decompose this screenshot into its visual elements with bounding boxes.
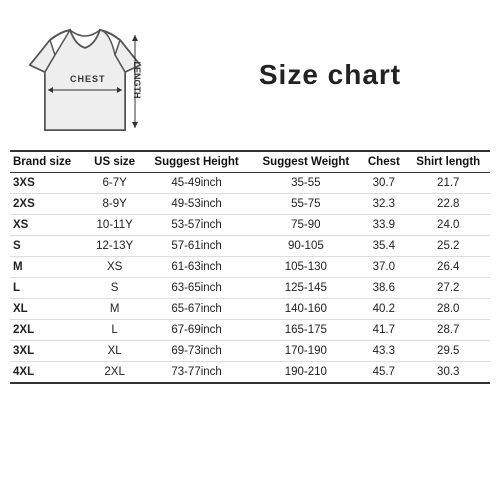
table-cell: M bbox=[87, 299, 143, 320]
table-cell: 3XL bbox=[10, 341, 87, 362]
table-cell: S bbox=[87, 278, 143, 299]
table-cell: 2XL bbox=[87, 362, 143, 384]
table-cell: 28.0 bbox=[407, 299, 491, 320]
table-cell: 49-53inch bbox=[143, 194, 251, 215]
table-cell: 125-145 bbox=[251, 278, 362, 299]
table-cell: 69-73inch bbox=[143, 341, 251, 362]
table-cell: 27.2 bbox=[407, 278, 491, 299]
table-row: S12-13Y57-61inch90-10535.425.2 bbox=[10, 236, 490, 257]
table-cell: 63-65inch bbox=[143, 278, 251, 299]
table-cell: XS bbox=[87, 257, 143, 278]
table-cell: 26.4 bbox=[407, 257, 491, 278]
table-cell: 165-175 bbox=[251, 320, 362, 341]
table-cell: 45-49inch bbox=[143, 173, 251, 194]
table-cell: 22.8 bbox=[407, 194, 491, 215]
size-chart-table: Brand size US size Suggest Height Sugges… bbox=[10, 150, 490, 384]
svg-text:LENGTH: LENGTH bbox=[132, 62, 142, 99]
table-cell: 90-105 bbox=[251, 236, 362, 257]
table-cell: 61-63inch bbox=[143, 257, 251, 278]
table-cell: 43.3 bbox=[361, 341, 406, 362]
page-title: Size chart bbox=[259, 59, 401, 91]
table-row: XS10-11Y53-57inch75-9033.924.0 bbox=[10, 215, 490, 236]
table-cell: 53-57inch bbox=[143, 215, 251, 236]
table-cell: XS bbox=[10, 215, 87, 236]
table-cell: 3XS bbox=[10, 173, 87, 194]
table-cell: S bbox=[10, 236, 87, 257]
table-row: 3XLXL69-73inch170-19043.329.5 bbox=[10, 341, 490, 362]
top-section: CHEST LENGTH Size chart bbox=[10, 10, 490, 140]
table-cell: 30.3 bbox=[407, 362, 491, 384]
table-cell: 35-55 bbox=[251, 173, 362, 194]
table-row: MXS61-63inch105-13037.026.4 bbox=[10, 257, 490, 278]
col-chest: Chest bbox=[361, 151, 406, 173]
table-cell: 24.0 bbox=[407, 215, 491, 236]
table-cell: 55-75 bbox=[251, 194, 362, 215]
table-row: 3XS6-7Y45-49inch35-5530.721.7 bbox=[10, 173, 490, 194]
col-us-size: US size bbox=[87, 151, 143, 173]
table-cell: 28.7 bbox=[407, 320, 491, 341]
table-cell: 29.5 bbox=[407, 341, 491, 362]
table-row: LS63-65inch125-14538.627.2 bbox=[10, 278, 490, 299]
table-cell: M bbox=[10, 257, 87, 278]
table-cell: 30.7 bbox=[361, 173, 406, 194]
table-cell: 40.2 bbox=[361, 299, 406, 320]
table-cell: 2XS bbox=[10, 194, 87, 215]
table-cell: 140-160 bbox=[251, 299, 362, 320]
table-cell: L bbox=[10, 278, 87, 299]
table-cell: 38.6 bbox=[361, 278, 406, 299]
table-cell: 8-9Y bbox=[87, 194, 143, 215]
table-cell: 37.0 bbox=[361, 257, 406, 278]
table-cell: 45.7 bbox=[361, 362, 406, 384]
table-cell: 10-11Y bbox=[87, 215, 143, 236]
table-cell: 32.3 bbox=[361, 194, 406, 215]
table-cell: 2XL bbox=[10, 320, 87, 341]
table-cell: 73-77inch bbox=[143, 362, 251, 384]
col-shirt-length: Shirt length bbox=[407, 151, 491, 173]
table-cell: 41.7 bbox=[361, 320, 406, 341]
table-row: 2XLL67-69inch165-17541.728.7 bbox=[10, 320, 490, 341]
col-brand-size: Brand size bbox=[10, 151, 87, 173]
svg-text:CHEST: CHEST bbox=[70, 74, 106, 84]
table-cell: 33.9 bbox=[361, 215, 406, 236]
table-cell: 190-210 bbox=[251, 362, 362, 384]
table-cell: 105-130 bbox=[251, 257, 362, 278]
table-cell: 25.2 bbox=[407, 236, 491, 257]
table-cell: 75-90 bbox=[251, 215, 362, 236]
table-cell: 170-190 bbox=[251, 341, 362, 362]
table-cell: XL bbox=[87, 341, 143, 362]
main-container: CHEST LENGTH Size chart Brand bbox=[0, 0, 500, 500]
table-row: 4XL2XL73-77inch190-21045.730.3 bbox=[10, 362, 490, 384]
table-cell: L bbox=[87, 320, 143, 341]
table-cell: 67-69inch bbox=[143, 320, 251, 341]
table-cell: 6-7Y bbox=[87, 173, 143, 194]
title-area: Size chart bbox=[170, 59, 490, 91]
table-row: 2XS8-9Y49-53inch55-7532.322.8 bbox=[10, 194, 490, 215]
table-header-row: Brand size US size Suggest Height Sugges… bbox=[10, 151, 490, 173]
table-cell: 57-61inch bbox=[143, 236, 251, 257]
table-cell: XL bbox=[10, 299, 87, 320]
col-suggest-weight: Suggest Weight bbox=[251, 151, 362, 173]
table-cell: 21.7 bbox=[407, 173, 491, 194]
table-cell: 35.4 bbox=[361, 236, 406, 257]
table-cell: 12-13Y bbox=[87, 236, 143, 257]
table-row: XLM65-67inch140-16040.228.0 bbox=[10, 299, 490, 320]
col-suggest-height: Suggest Height bbox=[143, 151, 251, 173]
table-cell: 65-67inch bbox=[143, 299, 251, 320]
shirt-diagram: CHEST LENGTH bbox=[10, 10, 170, 140]
table-cell: 4XL bbox=[10, 362, 87, 384]
